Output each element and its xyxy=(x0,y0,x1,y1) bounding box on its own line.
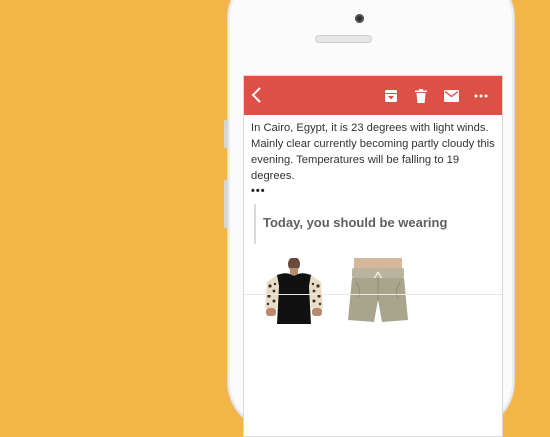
more-icon xyxy=(474,94,488,97)
section-title: Today, you should be wearing xyxy=(263,215,448,230)
product-row xyxy=(251,258,495,324)
earpiece-speaker xyxy=(315,35,372,43)
email-content: In Cairo, Egypt, it is 23 degrees with l… xyxy=(244,115,502,324)
black-tshirt-image[interactable] xyxy=(263,258,325,324)
phone-frame: In Cairo, Egypt, it is 23 degrees with l… xyxy=(224,0,514,437)
side-button xyxy=(224,180,228,228)
quoted-section: Today, you should be wearing xyxy=(254,204,495,244)
back-button[interactable] xyxy=(250,84,270,106)
show-more-button[interactable]: ••• xyxy=(251,186,495,197)
email-toolbar xyxy=(244,76,502,115)
content-divider xyxy=(244,294,502,295)
more-button[interactable] xyxy=(466,76,496,115)
side-button xyxy=(224,120,228,148)
phone-screen: In Cairo, Egypt, it is 23 degrees with l… xyxy=(243,75,503,437)
khaki-shorts-image[interactable] xyxy=(346,258,410,324)
archive-button[interactable] xyxy=(376,76,406,115)
mail-button[interactable] xyxy=(436,76,466,115)
archive-icon xyxy=(385,89,397,102)
delete-button[interactable] xyxy=(406,76,436,115)
email-body-text: In Cairo, Egypt, it is 23 degrees with l… xyxy=(251,122,495,182)
delete-icon xyxy=(415,88,427,103)
front-camera xyxy=(355,14,364,23)
mail-icon xyxy=(443,89,459,102)
back-icon xyxy=(251,87,261,103)
